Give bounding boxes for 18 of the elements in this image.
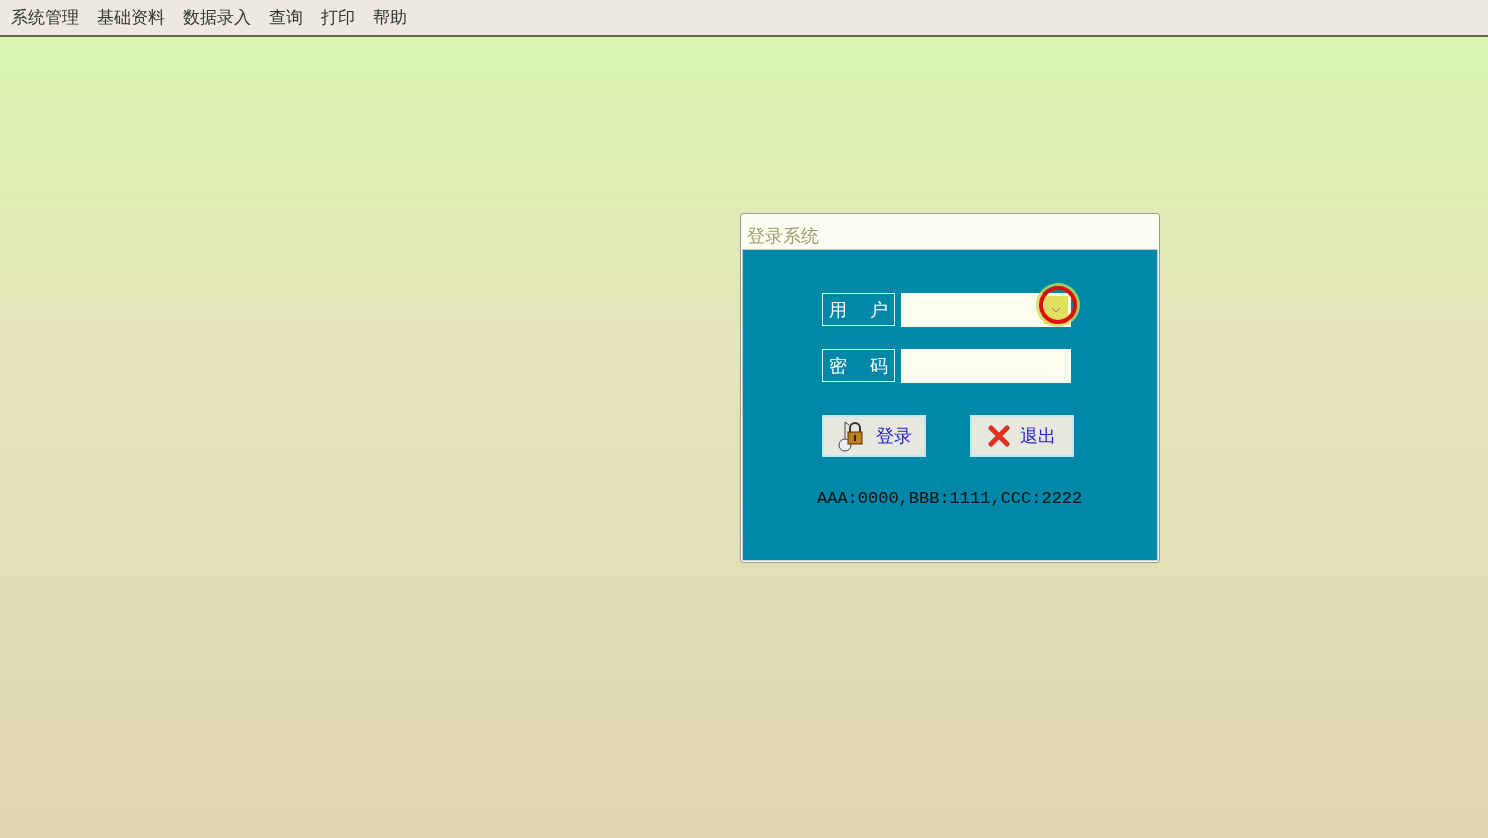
menu-item[interactable]: 系统管理 xyxy=(11,6,79,29)
menu-item[interactable]: 查询 xyxy=(269,6,303,29)
menu-item[interactable]: 基础资料 xyxy=(97,6,165,29)
key-lock-icon xyxy=(836,419,866,453)
input-field[interactable] xyxy=(901,293,1071,327)
field-label: 密 码 xyxy=(822,349,895,382)
close-icon xyxy=(988,425,1010,447)
field-label: 用 户 xyxy=(822,293,895,326)
dialog-button[interactable]: 退出 xyxy=(970,415,1074,457)
menu-item[interactable]: 帮助 xyxy=(373,6,407,29)
menu-item[interactable]: 打印 xyxy=(321,6,355,29)
dialog-title: 登录系统 xyxy=(746,224,820,248)
menu-item[interactable]: 数据录入 xyxy=(183,6,251,29)
hint-text: AAA:0000,BBB:1111,CCC:2222 xyxy=(817,489,1084,508)
chevron-down-icon xyxy=(1051,307,1061,313)
dialog-button[interactable]: 登录 xyxy=(822,415,926,457)
cursor-highlight-icon xyxy=(1039,286,1077,324)
input-field[interactable] xyxy=(901,349,1071,383)
